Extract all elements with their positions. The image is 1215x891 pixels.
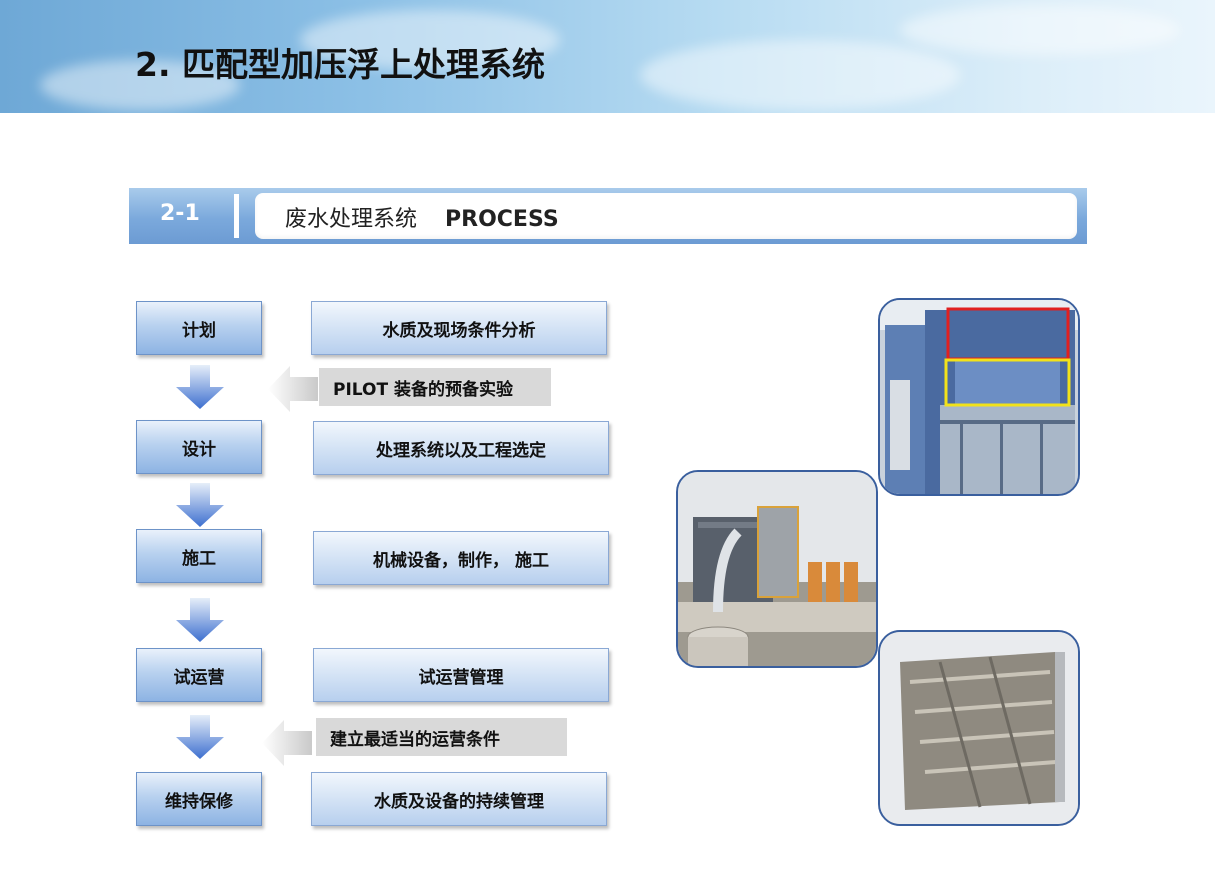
down-arrow-icon <box>176 598 224 642</box>
section-label-cn: 废水处理系统 <box>285 207 418 232</box>
section-label: 废水处理系统 PROCESS <box>285 201 559 233</box>
stage-design: 设计 <box>136 420 262 474</box>
section-number: 2-1 <box>160 201 200 226</box>
desc-design: 处理系统以及工程选定 <box>313 421 609 475</box>
page-title: 2. 匹配型加压浮上处理系统 <box>135 45 545 84</box>
section-divider <box>234 194 239 238</box>
down-arrow-icon <box>176 715 224 759</box>
down-arrow-icon <box>176 365 224 409</box>
stage-construction: 施工 <box>136 529 262 583</box>
photo-flotation-tank <box>878 298 1080 496</box>
desc-plan: 水质及现场条件分析 <box>311 301 607 355</box>
note-pilot-test: PILOT 装备的预备实验 <box>319 368 551 406</box>
note-operating-conditions: 建立最适当的运营条件 <box>316 718 567 756</box>
section-label-en: PROCESS <box>445 207 559 232</box>
photo-plant-exterior <box>676 470 878 668</box>
desc-trial-operation: 试运营管理 <box>313 648 609 702</box>
left-arrow-icon <box>262 720 312 766</box>
down-arrow-icon <box>176 483 224 527</box>
photo-tank-interior <box>878 630 1080 826</box>
desc-construction: 机械设备，制作， 施工 <box>313 531 609 585</box>
stage-plan: 计划 <box>136 301 262 355</box>
left-arrow-icon <box>268 366 318 412</box>
stage-trial-operation: 试运营 <box>136 648 262 702</box>
desc-maintenance: 水质及设备的持续管理 <box>311 772 607 826</box>
stage-maintenance: 维持保修 <box>136 772 262 826</box>
